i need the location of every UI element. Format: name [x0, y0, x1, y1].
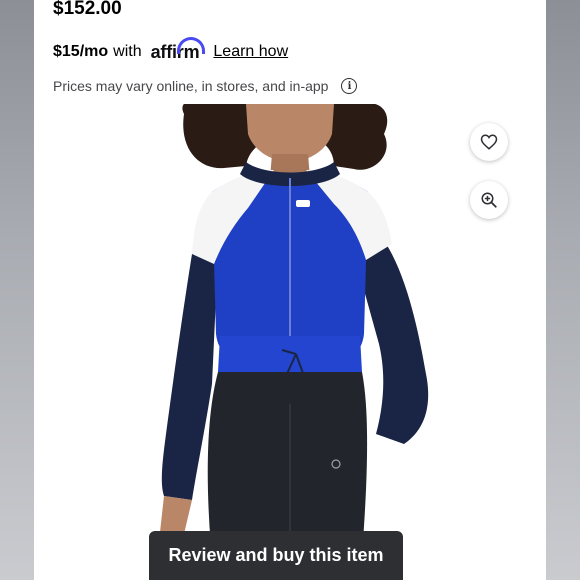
learn-how-link[interactable]: Learn how [213, 43, 288, 61]
review-and-buy-button[interactable]: Review and buy this item [149, 531, 403, 580]
affirm-with-text: with [113, 43, 142, 60]
review-and-buy-label: Review and buy this item [168, 545, 384, 565]
right-backdrop [546, 0, 580, 580]
heart-icon [480, 134, 498, 150]
affirm-arc-icon [177, 36, 206, 54]
info-icon[interactable]: i [341, 78, 358, 94]
affirm-logo: affirm [151, 36, 206, 63]
affirm-financing: $15/mo with affirm Learn how [53, 36, 288, 64]
product-image[interactable] [34, 104, 546, 580]
disclaimer-text: Prices may vary online, in stores, and i… [53, 78, 329, 94]
price-disclaimer: Prices may vary online, in stores, and i… [53, 76, 358, 96]
product-price: $152.00 [53, 0, 122, 19]
monthly-payment: $15/mo [53, 43, 109, 60]
product-page: $152.00 $15/mo with affirm Learn how Pri… [34, 0, 546, 580]
left-backdrop [0, 0, 34, 580]
favorite-button[interactable] [470, 123, 508, 161]
zoom-in-icon [481, 192, 497, 208]
zoom-button[interactable] [470, 181, 508, 219]
